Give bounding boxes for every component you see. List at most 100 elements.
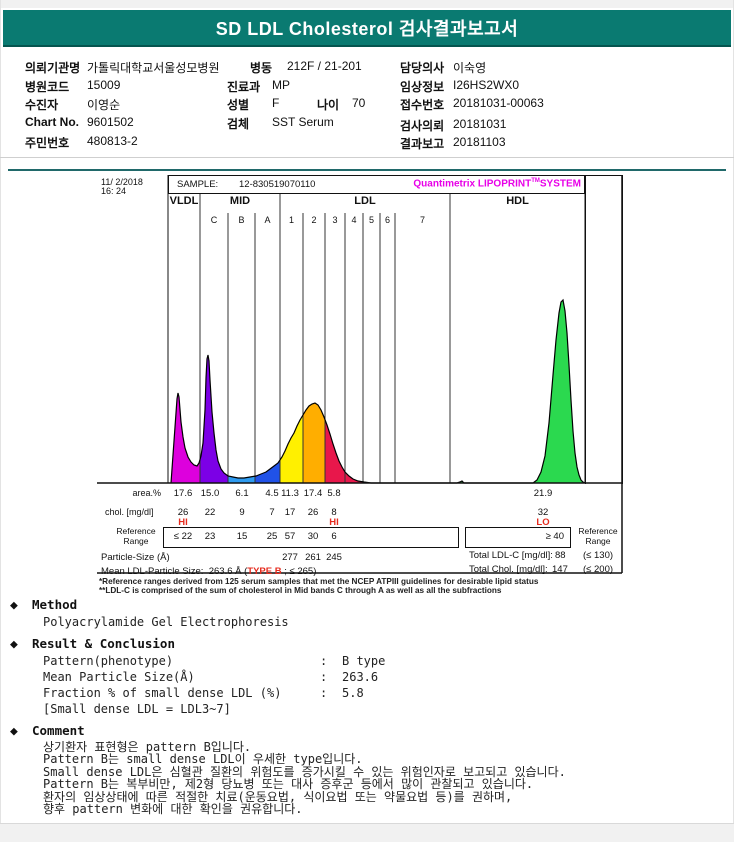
- area-row-label: area.%: [132, 488, 161, 498]
- total-chol-ref: (≤ 200): [583, 564, 614, 575]
- subband-a: A: [264, 215, 271, 225]
- subband-4: 4: [351, 215, 357, 225]
- pattern-value: B type: [342, 654, 386, 668]
- total-ldl-ref: (≤ 130): [583, 550, 614, 561]
- footnote-1: *Reference ranges derived from 125 serum…: [99, 577, 539, 586]
- sample-label: SAMPLE:: [177, 179, 219, 190]
- area-percent-value: 5.8: [327, 488, 341, 499]
- sample-id: 12-830519070110: [239, 179, 316, 190]
- page-title: SD LDL Cholesterol 검사결과보고서: [215, 18, 519, 39]
- scan-time: 16: 24: [101, 186, 127, 196]
- specimen-label: 검체: [227, 117, 250, 131]
- chol-flag: LO: [536, 517, 550, 528]
- subband-7: 7: [419, 215, 425, 225]
- reference-range-value: ≤ 22: [173, 531, 193, 542]
- diamond-bullet: ◆: [10, 724, 18, 739]
- dept-value: MP: [272, 78, 290, 92]
- sex-label: 성별: [227, 98, 250, 112]
- result-heading: ◆ Result & Conclusion: [10, 636, 175, 652]
- comment-line: Pattern B는 복부비만, 제2형 당뇨병 또는 대사 증후군 등에서 많…: [43, 777, 534, 792]
- area-percent-value: 6.1: [235, 488, 249, 499]
- method-heading: ◆ Method: [10, 597, 78, 613]
- subband-1: 1: [288, 215, 294, 225]
- patient-name-value: 이영순: [87, 98, 121, 112]
- ref-row-label-1: Reference: [116, 526, 156, 536]
- chol-value: 22: [204, 507, 216, 518]
- subband-2: 2: [311, 215, 317, 225]
- clinical-value: I26HS2WX0: [453, 78, 520, 92]
- sex-value: F: [272, 96, 280, 110]
- chol-row-label: chol. [mg/dl]: [105, 507, 154, 517]
- reference-range-value: 57: [284, 531, 296, 542]
- result-row-pattern: Pattern(phenotype) : B type: [43, 654, 386, 668]
- receipt-label: 접수번호: [400, 98, 445, 112]
- reference-range-value: 23: [204, 531, 216, 542]
- subband-3: 3: [332, 215, 338, 225]
- comment-line: 향후 pattern 변화에 대한 확인을 권유합니다.: [43, 802, 303, 817]
- result-row-fraction: Fraction % of small dense LDL (%) : 5.8: [43, 686, 364, 700]
- resident-no-value: 480813-2: [87, 134, 138, 148]
- chol-value: 9: [239, 507, 245, 518]
- lipoprint-chart: 11/ 2/2018 16: 24 SAMPLE: 12-83051907011…: [97, 175, 627, 598]
- bottom-window-strip: [0, 823, 734, 842]
- comment-line: Pattern B는 small dense LDL이 우세한 type입니다.: [43, 752, 363, 767]
- hospital-code-label: 병원코드: [25, 80, 70, 94]
- hdl-ref-value: ≥ 40: [545, 531, 564, 542]
- chol-value: 17: [284, 507, 296, 518]
- chart-no-label: Chart No.: [25, 115, 79, 129]
- total-ldl-label: Total LDL-C [mg/dl]:: [469, 550, 553, 561]
- chol-flag: HI: [178, 517, 188, 528]
- footnote-2: **LDL-C is comprised of the sum of chole…: [99, 586, 502, 595]
- age-value: 70: [352, 96, 366, 110]
- ref-row-label-2: Range: [123, 536, 149, 546]
- dept-label: 진료과: [227, 80, 261, 94]
- reference-range-value: 6: [331, 531, 337, 542]
- divider-line-teal: [8, 169, 726, 171]
- request-value: 20181031: [453, 117, 507, 131]
- subband-6: 6: [384, 215, 390, 225]
- particle-size-value: 277: [282, 552, 298, 563]
- report-date-value: 20181103: [453, 135, 506, 149]
- area-percent-value: 11.3: [281, 488, 299, 499]
- comment-heading: ◆ Comment: [10, 723, 85, 739]
- chart-right-cell: [585, 175, 623, 484]
- area-percent-value: 15.0: [200, 488, 220, 499]
- left-edge: [0, 0, 1, 841]
- total-chol-label: Total Chol. [mg/dl]:: [469, 564, 548, 575]
- org-value: 가톨릭대학교서울성모병원: [87, 61, 220, 75]
- report-title-bar: SD LDL Cholesterol 검사결과보고서: [3, 10, 731, 47]
- area-percent-value: 21.9: [533, 488, 553, 499]
- report-sections: ◆ Method Polyacrylamide Gel Electrophores…: [10, 597, 725, 821]
- method-body: Polyacrylamide Gel Electrophoresis: [43, 615, 289, 629]
- subband-c: C: [210, 215, 218, 225]
- result-body: Pattern(phenotype) : B type Mean Particl…: [43, 654, 725, 717]
- doctor-label: 담당의사: [400, 61, 445, 75]
- result-note: [Small dense LDL = LDL3~7]: [43, 702, 231, 716]
- receipt-value: 20181031-00063: [453, 96, 544, 110]
- band-vldl: VLDL: [169, 195, 199, 207]
- subband-5: 5: [368, 215, 374, 225]
- particle-size-value: 245: [326, 552, 342, 563]
- reference-range-value: 30: [307, 531, 319, 542]
- org-label: 의뢰기관명: [25, 61, 81, 75]
- patient-name-label: 수진자: [25, 98, 59, 112]
- request-label: 검사의뢰: [400, 119, 445, 133]
- mean-particle-line: Mean LDL-Particle Size: 263.6 Å (TYPE B …: [101, 566, 317, 577]
- ward-label: 병동: [250, 61, 273, 75]
- mean-size-value: 263.6: [342, 670, 379, 684]
- band-hdl: HDL: [506, 195, 529, 207]
- divider-line: [0, 157, 734, 158]
- reference-range-box-hdl: ≥ 40: [465, 527, 571, 548]
- reference-range-value: 25: [266, 531, 278, 542]
- clinical-label: 임상정보: [400, 80, 445, 94]
- diamond-bullet: ◆: [10, 637, 18, 652]
- top-window-strip: [0, 0, 734, 9]
- area-percent-value: 17.6: [173, 488, 193, 499]
- band-mid: MID: [229, 195, 251, 207]
- total-chol-value: 147: [552, 564, 568, 575]
- type-b-flag: TYPE B: [247, 566, 282, 577]
- resident-no-label: 주민번호: [25, 136, 70, 150]
- band-ldl: LDL: [354, 195, 376, 207]
- area-percent-value: 4.5: [265, 488, 279, 499]
- doctor-value: 이숙영: [453, 61, 487, 75]
